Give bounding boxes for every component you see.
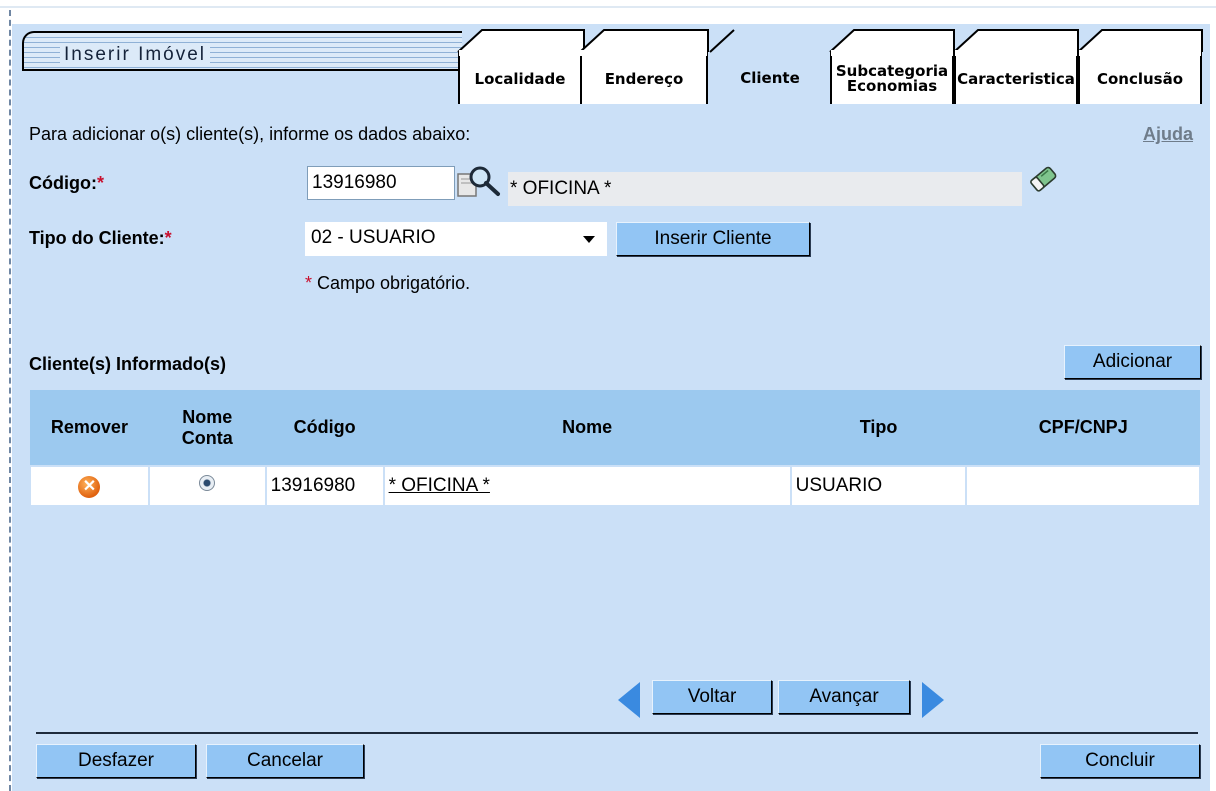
remove-x-icon[interactable]: ✕ (78, 475, 101, 498)
client-list-title: Cliente(s) Informado(s) (29, 354, 227, 374)
table-row: ✕ 13916980 * OFICINA * USUARIO (29, 465, 1201, 507)
voltar-button[interactable]: Voltar (652, 680, 772, 714)
header-cpf-cnpj: CPF/CNPJ (966, 390, 1200, 466)
footer-divider (36, 732, 1198, 734)
codigo-label: Código:* (29, 173, 104, 194)
chevron-down-icon (583, 236, 595, 243)
tab-corners (457, 29, 1203, 56)
table-header-row: Remover Nome Conta Código Nome Tipo CPF/… (30, 390, 1200, 466)
cell-nome: * OFICINA * (382, 465, 792, 507)
tipo-cliente-label: Tipo do Cliente:* (29, 228, 172, 249)
clients-table: Remover Nome Conta Código Nome Tipo CPF/… (29, 390, 1201, 507)
header-nome-conta: Nome Conta (148, 390, 266, 466)
avancar-button[interactable]: Avançar (778, 680, 910, 714)
header-tipo: Tipo (790, 390, 967, 466)
header-codigo: Código (265, 390, 384, 466)
adicionar-button[interactable]: Adicionar (1064, 345, 1201, 379)
codigo-label-text: Código: (29, 173, 97, 193)
header-remover: Remover (30, 390, 149, 466)
cliente-nome-field: * OFICINA * (508, 172, 1022, 206)
header-nome-conta-line2: Conta (181, 427, 233, 448)
cancelar-button[interactable]: Cancelar (206, 744, 364, 778)
required-mark: * (96, 173, 104, 193)
instructions-text: Para adicionar o(s) cliente(s), informe … (29, 124, 471, 144)
cliente-nome-link[interactable]: * OFICINA * (389, 475, 490, 496)
cell-nome-conta (147, 465, 267, 507)
help-link[interactable]: Ajuda (1143, 124, 1193, 145)
tipo-cliente-label-text: Tipo do Cliente: (29, 228, 165, 248)
left-border (9, 10, 11, 791)
tipo-cliente-select[interactable]: 02 - USUARIO (305, 222, 607, 256)
desfazer-button[interactable]: Desfazer (36, 744, 196, 778)
arrow-right-icon[interactable] (922, 682, 944, 718)
required-note-text: Campo obrigatório. (312, 273, 471, 293)
radio-selected-icon[interactable] (199, 475, 216, 491)
cell-cpf-cnpj (965, 465, 1201, 507)
concluir-button[interactable]: Concluir (1040, 744, 1200, 778)
cell-tipo: USUARIO (789, 465, 968, 507)
required-note-mark: * (305, 273, 313, 293)
required-note: * Campo obrigatório. (305, 273, 470, 294)
required-mark: * (164, 228, 172, 248)
header-nome: Nome (383, 390, 791, 466)
cell-remover: ✕ (29, 465, 150, 507)
eraser-icon[interactable] (1026, 164, 1060, 196)
tipo-cliente-selected: 02 - USUARIO (311, 227, 436, 248)
cell-codigo: 13916980 (264, 465, 385, 507)
header-nome-conta-line1: Nome (182, 406, 233, 427)
inserir-cliente-button[interactable]: Inserir Cliente (616, 222, 810, 256)
codigo-input[interactable] (307, 166, 455, 200)
search-magnifier-icon[interactable] (456, 164, 502, 200)
arrow-left-icon[interactable] (618, 682, 640, 718)
